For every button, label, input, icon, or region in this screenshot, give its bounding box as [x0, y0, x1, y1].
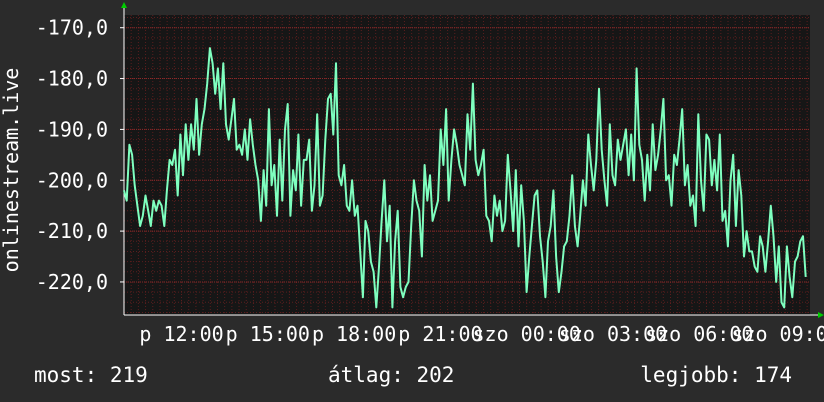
x-tick-label: szo 09:00 — [731, 322, 824, 346]
y-tick-label: -220,0 — [36, 270, 108, 294]
stat-best: legjobb: 174 — [640, 363, 792, 387]
y-tick-label: -210,0 — [36, 219, 108, 243]
x-tick-label: p 18:00 — [312, 322, 396, 346]
y-axis-label: onlinestream.live — [0, 68, 23, 273]
y-axis-arrow — [121, 2, 127, 8]
y-tick-label: -170,0 — [36, 16, 108, 40]
stats-footer: most: 219 átlag: 202 legjobb: 174 — [0, 362, 824, 392]
x-axis-arrow — [818, 312, 824, 318]
y-tick-labels: -170,0 -180,0 -190,0 -200,0 -210,0 -220,0 — [36, 16, 124, 294]
plot-area — [124, 15, 810, 315]
stat-current: most: 219 — [34, 363, 148, 387]
x-tick-label: p 21:00 — [398, 322, 482, 346]
y-tick-label: -200,0 — [36, 168, 108, 192]
x-tick-labels: p 12:00 p 15:00 p 18:00 p 21:00szo 00:00szo… — [139, 322, 824, 346]
x-tick-label: p 15:00 — [226, 322, 310, 346]
line-chart: -170,0 -180,0 -190,0 -200,0 -210,0 -220,0 p 1… — [0, 2, 824, 346]
y-tick-label: -190,0 — [36, 117, 108, 141]
y-tick-label: -180,0 — [36, 67, 108, 91]
stat-average: átlag: 202 — [328, 363, 455, 387]
x-tick-label: p 12:00 — [139, 322, 223, 346]
